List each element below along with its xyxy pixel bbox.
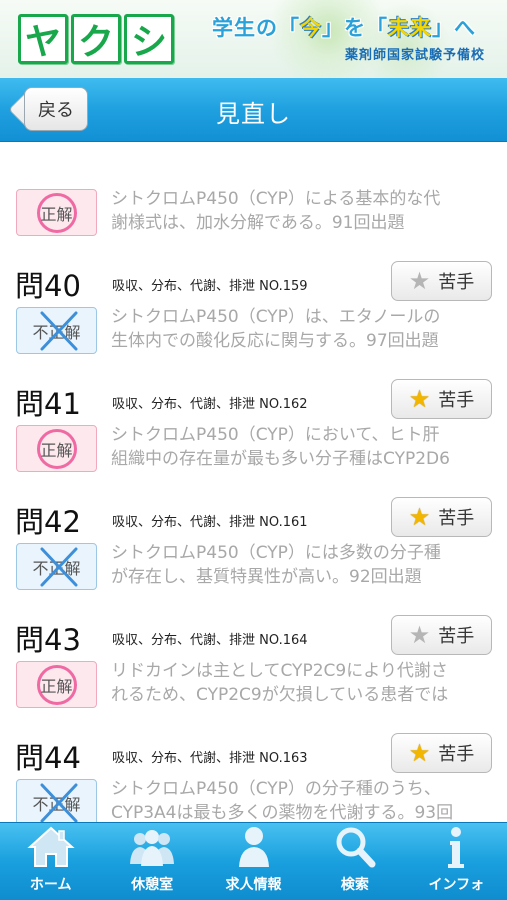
star-icon: ★	[408, 385, 431, 413]
star-icon: ★	[408, 503, 431, 531]
wrong-cross-icon	[40, 547, 78, 587]
yakushi-logo: ヤ ク シ	[18, 14, 174, 64]
result-label: 正解	[40, 440, 73, 460]
star-icon: ★	[408, 267, 431, 295]
question-number: 問43	[15, 623, 81, 657]
tab-bar: ホーム 休憩室 求人情報 検索 インフォ	[0, 822, 507, 900]
tab-label: インフォ	[428, 877, 485, 893]
question-category: 吸収、分布、代謝、排泄 NO.162	[112, 397, 308, 412]
tab-lounge[interactable]: 休憩室	[101, 823, 202, 900]
banner-tagline: 学生の「今」を「未来」へ	[212, 16, 476, 40]
home-icon	[27, 826, 75, 867]
logo-char: ヤ	[18, 14, 68, 64]
logo-char: ク	[71, 14, 121, 64]
weak-toggle-button[interactable]: ★ 苦手	[391, 261, 492, 301]
question-number: 問44	[15, 741, 81, 775]
tab-label: ホーム	[29, 877, 72, 893]
back-button-label: 戻る	[38, 100, 74, 121]
info-icon	[448, 827, 465, 868]
weak-toggle-button[interactable]: ★ 苦手	[391, 379, 492, 419]
question-category: 吸収、分布、代謝、排泄 NO.159	[112, 279, 308, 294]
search-icon	[336, 827, 376, 868]
result-label: 正解	[40, 676, 73, 696]
question-number: 問40	[15, 269, 81, 303]
weak-label: 苦手	[438, 272, 475, 293]
review-question-list[interactable]: 正解 シトクロムP450（CYP）による基本的な代 謝様式は、加水分解である。91回…	[0, 142, 507, 822]
weak-toggle-button[interactable]: ★ 苦手	[391, 497, 492, 537]
question-number: 問42	[15, 505, 81, 539]
tab-label: 求人情報	[225, 877, 282, 893]
people-icon	[130, 830, 175, 866]
wrong-cross-icon	[40, 783, 78, 822]
app-banner: ヤ ク シ 学生の「今」を「未来」へ 薬剤師国家試験予備校	[0, 0, 507, 78]
school-name: 薬剤師国家試験予備校	[344, 48, 485, 63]
question-number: 問41	[15, 387, 81, 421]
tab-jobs[interactable]: 求人情報	[203, 823, 304, 900]
tab-label: 休憩室	[131, 877, 174, 893]
logo-char: シ	[124, 14, 174, 64]
question-category: 吸収、分布、代謝、排泄 NO.161	[112, 515, 308, 530]
question-category: 吸収、分布、代謝、排泄 NO.164	[112, 633, 308, 648]
star-icon: ★	[408, 739, 431, 767]
tab-search[interactable]: 検索	[304, 823, 405, 900]
tab-label: 検索	[340, 877, 369, 893]
question-category: 吸収、分布、代謝、排泄 NO.163	[112, 751, 308, 766]
result-label: 正解	[40, 204, 73, 224]
weak-label: 苦手	[438, 390, 475, 411]
navigation-bar: 戻る 見直し	[0, 78, 507, 142]
weak-label: 苦手	[438, 744, 475, 765]
weak-label: 苦手	[438, 626, 475, 647]
weak-label: 苦手	[438, 508, 475, 529]
question-row[interactable]: 問42吸収、分布、代謝、排泄 NO.161★苦手不正解シトクロムP450（CYP…	[0, 420, 507, 590]
wrong-cross-icon	[40, 311, 78, 351]
person-icon	[238, 827, 269, 867]
weak-toggle-button[interactable]: ★ 苦手	[391, 733, 492, 773]
question-row[interactable]: 問44吸収、分布、代謝、排泄 NO.163★苦手不正解シトクロムP450（CYP…	[0, 656, 507, 822]
back-button[interactable]: 戻る	[24, 87, 88, 131]
star-icon: ★	[408, 621, 431, 649]
question-row[interactable]: 正解 シトクロムP450（CYP）による基本的な代 謝様式は、加水分解である。91回…	[0, 142, 507, 236]
question-row[interactable]: 問40吸収、分布、代謝、排泄 NO.159★苦手不正解シトクロムP450（CYP…	[0, 184, 507, 354]
weak-toggle-button[interactable]: ★ 苦手	[391, 615, 492, 655]
tab-info[interactable]: インフォ	[406, 823, 507, 900]
tab-home[interactable]: ホーム	[0, 823, 101, 900]
